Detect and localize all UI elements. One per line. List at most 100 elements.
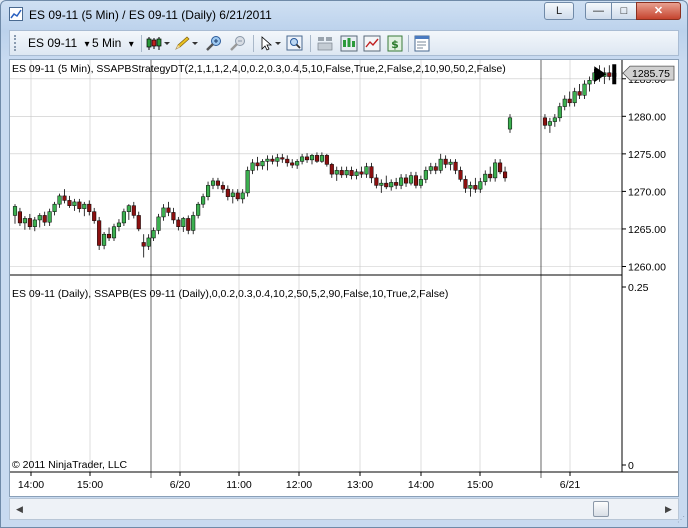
- candle-body: [453, 161, 458, 171]
- down-candle: [329, 162, 334, 178]
- cursor-pointer-icon[interactable]: [258, 35, 284, 52]
- candle-body: [37, 215, 42, 221]
- up-candle: [275, 153, 280, 167]
- price-axis[interactable]: 1285.001280.001275.001270.001265.001260.…: [622, 74, 666, 274]
- candle-body: [483, 173, 488, 182]
- instrument-selector[interactable]: ES 09-11 ▾: [28, 35, 90, 52]
- price-tick-label: 1275.00: [628, 149, 666, 161]
- candle-body: [285, 158, 290, 164]
- strategy-execution-markers: [594, 64, 617, 85]
- up-candle: [245, 166, 250, 197]
- pencil-draw-icon[interactable]: [174, 35, 198, 52]
- down-candle: [215, 177, 220, 190]
- up-candle: [37, 213, 42, 228]
- candle-body: [359, 171, 364, 175]
- resize-grip-icon[interactable]: ⋰: [677, 515, 687, 525]
- up-candle: [111, 223, 117, 241]
- data-box-icon[interactable]: [316, 35, 334, 52]
- candle-body: [77, 201, 82, 209]
- interval-selector[interactable]: 5 Min ▾: [92, 35, 134, 52]
- candle-body: [22, 218, 27, 224]
- time-tick-label: 13:00: [347, 479, 373, 491]
- up-candle: [354, 168, 359, 180]
- down-candle: [404, 174, 409, 187]
- up-candle: [250, 159, 255, 175]
- up-candle: [121, 208, 126, 226]
- down-candle: [131, 201, 136, 219]
- candle-body: [324, 155, 329, 165]
- candle-body: [364, 166, 369, 175]
- time-axis[interactable]: 14:00 15:00 6/20 11:00 12:00 13:00 14:00 15:00 6…: [18, 472, 581, 491]
- title-bar[interactable]: ES 09-11 (5 Min) / ES 09-11 (Daily) 6/21…: [1, 1, 687, 29]
- up-candle: [547, 117, 552, 133]
- strategies-icon[interactable]: [340, 35, 358, 52]
- down-candle: [458, 166, 463, 182]
- zoom-in-icon[interactable]: [204, 35, 224, 52]
- candle-body: [220, 185, 225, 190]
- candle-body: [399, 177, 404, 186]
- candle-body: [82, 203, 87, 209]
- candle-body: [290, 162, 295, 166]
- candle-body: [349, 170, 354, 176]
- candle-body: [121, 211, 126, 224]
- up-candle: [572, 87, 577, 107]
- scroll-right-arrow-icon[interactable]: ▶: [660, 500, 677, 518]
- candle-body: [250, 162, 255, 171]
- candle-body: [225, 188, 230, 197]
- link-button[interactable]: L: [544, 2, 574, 20]
- candle-body: [309, 155, 315, 161]
- candle-body: [260, 161, 265, 167]
- up-candle: [552, 114, 557, 127]
- candle-body: [607, 72, 612, 77]
- price-chart[interactable]: 1285.001280.001275.001270.001265.001260.…: [10, 60, 678, 496]
- chart-style-icon[interactable]: [146, 35, 170, 52]
- candle-body: [126, 205, 131, 212]
- candle-body: [240, 192, 245, 200]
- maximize-button[interactable]: □: [611, 2, 637, 20]
- dollar-icon[interactable]: $: [386, 35, 404, 52]
- candle-body: [107, 233, 112, 239]
- candle-body: [210, 180, 216, 186]
- candle-body: [413, 175, 418, 186]
- up-candle: [206, 181, 211, 201]
- candle-body: [582, 83, 587, 96]
- up-candle: [300, 153, 305, 165]
- zoom-out-icon[interactable]: [228, 35, 248, 52]
- up-candle: [582, 80, 587, 100]
- close-button[interactable]: ✕: [636, 2, 681, 20]
- candle-body: [547, 121, 552, 126]
- down-candle: [87, 200, 92, 216]
- candle-body: [295, 161, 300, 166]
- down-candle: [374, 174, 379, 189]
- candle-body: [498, 162, 503, 173]
- down-candle: [92, 207, 97, 224]
- up-candle: [12, 204, 18, 224]
- up-candle: [438, 153, 443, 174]
- up-candle: [22, 216, 27, 230]
- down-candle: [324, 153, 329, 167]
- scroll-left-arrow-icon[interactable]: ◀: [11, 500, 28, 518]
- chart-panel[interactable]: 1285.001280.001275.001270.001265.001260.…: [9, 59, 679, 497]
- candle-body: [557, 106, 562, 119]
- chart-trader-icon[interactable]: [363, 35, 381, 52]
- scroll-thumb[interactable]: [593, 501, 609, 517]
- magnifier-icon[interactable]: [286, 35, 304, 52]
- up-candle: [210, 177, 216, 190]
- toolbar-grip[interactable]: [14, 35, 19, 51]
- candle-body: [116, 222, 122, 227]
- candle-body: [32, 219, 37, 227]
- grid-lines: [10, 60, 622, 478]
- indicator-axis[interactable]: 0.25 0: [622, 282, 649, 472]
- candle-body: [458, 170, 463, 180]
- candle-body: [270, 158, 275, 162]
- down-candle: [97, 216, 102, 250]
- candle-body: [87, 203, 92, 212]
- horizontal-scrollbar[interactable]: ◀ ▶: [9, 498, 679, 520]
- up-candle: [116, 219, 122, 232]
- candle-body: [151, 230, 156, 239]
- candle-body: [488, 173, 493, 179]
- candle-body: [394, 182, 399, 186]
- minimize-button[interactable]: —: [585, 2, 612, 20]
- properties-icon[interactable]: [413, 35, 431, 52]
- up-candle: [468, 181, 473, 197]
